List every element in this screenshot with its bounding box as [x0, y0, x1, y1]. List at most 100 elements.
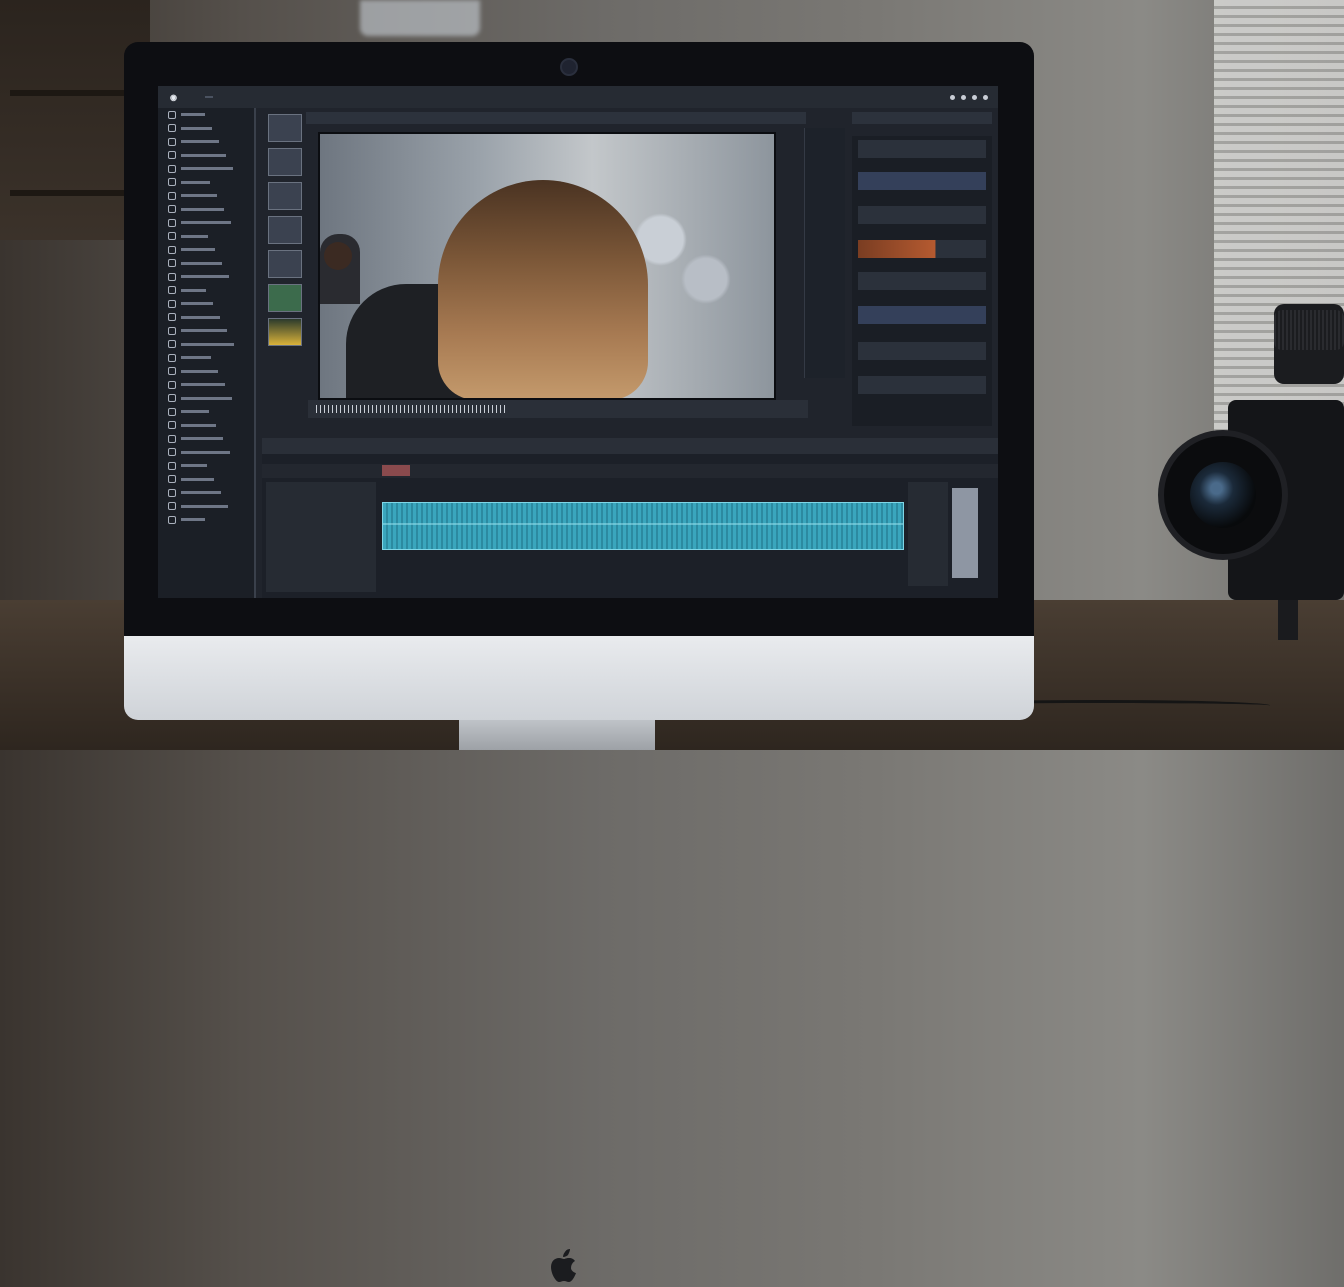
item-label	[181, 410, 209, 414]
media-browser-item[interactable]	[158, 149, 254, 163]
viewer-toolbar	[306, 112, 806, 124]
item-label	[181, 140, 219, 144]
media-browser-item[interactable]	[158, 459, 254, 473]
video-preview[interactable]	[318, 132, 776, 400]
inspector-row[interactable]	[858, 272, 986, 290]
monitor-bezel: ◉	[124, 42, 1034, 636]
media-browser-item[interactable]	[158, 338, 254, 352]
item-icon	[168, 110, 176, 119]
media-browser-item[interactable]	[158, 311, 254, 325]
timeline-panel	[262, 438, 998, 598]
inspector-toolbar	[852, 112, 992, 124]
app-logo[interactable]: ◉	[170, 93, 177, 102]
media-browser-item[interactable]	[158, 162, 254, 176]
screen: ◉	[158, 86, 998, 598]
media-browser-item[interactable]	[158, 446, 254, 460]
item-label	[181, 302, 213, 306]
media-browser-item[interactable]	[158, 230, 254, 244]
item-icon	[168, 205, 176, 214]
system-tray	[950, 94, 988, 100]
media-browser-item[interactable]	[158, 257, 254, 271]
thumbnail[interactable]	[268, 216, 302, 244]
media-browser-item[interactable]	[158, 392, 254, 406]
media-browser-item[interactable]	[158, 419, 254, 433]
item-icon	[168, 488, 176, 497]
media-browser-item[interactable]	[158, 135, 254, 149]
item-label	[181, 396, 232, 400]
tripod	[1278, 600, 1298, 640]
item-label	[181, 369, 218, 373]
item-label	[181, 423, 216, 427]
timeline-marker[interactable]	[382, 465, 410, 476]
media-browser-item[interactable]	[158, 108, 254, 122]
camera	[1158, 300, 1344, 640]
item-label	[181, 437, 223, 441]
item-icon	[168, 232, 176, 241]
item-icon	[168, 434, 176, 443]
menu-item-active[interactable]	[205, 96, 214, 98]
inspector-row[interactable]	[858, 206, 986, 224]
media-browser-item[interactable]	[158, 243, 254, 257]
inspector-row[interactable]	[858, 172, 986, 190]
media-browser-item[interactable]	[158, 270, 254, 284]
timeline-clip[interactable]	[382, 502, 904, 550]
item-label	[181, 234, 208, 238]
media-browser-item[interactable]	[158, 365, 254, 379]
media-browser-item[interactable]	[158, 189, 254, 203]
media-browser-item[interactable]	[158, 122, 254, 136]
media-browser-item[interactable]	[158, 284, 254, 298]
item-icon	[168, 353, 176, 362]
inspector-row[interactable]	[858, 376, 986, 394]
webcam	[560, 58, 578, 76]
imac-monitor: ◉	[124, 42, 1034, 1282]
inspector-row[interactable]	[858, 342, 986, 360]
item-icon	[168, 515, 176, 524]
wifi-icon[interactable]	[950, 94, 955, 100]
clock-icon[interactable]	[983, 94, 988, 100]
media-browser-item[interactable]	[158, 432, 254, 446]
inspector-row[interactable]	[858, 306, 986, 324]
media-browser-item[interactable]	[158, 500, 254, 514]
item-icon	[168, 367, 176, 376]
item-icon	[168, 218, 176, 227]
thumbnail[interactable]	[268, 114, 302, 142]
thumbnail[interactable]	[268, 284, 302, 312]
media-browser-item[interactable]	[158, 378, 254, 392]
media-browser-item[interactable]	[158, 405, 254, 419]
battery-icon[interactable]	[972, 94, 977, 100]
media-browser-item[interactable]	[158, 513, 254, 527]
thumbnail[interactable]	[268, 318, 302, 346]
item-label	[181, 180, 210, 184]
media-browser-item[interactable]	[158, 297, 254, 311]
item-label	[181, 221, 231, 225]
thumbnail[interactable]	[268, 148, 302, 176]
item-label	[181, 167, 233, 171]
item-icon	[168, 124, 176, 133]
thumbnail[interactable]	[268, 182, 302, 210]
item-icon	[168, 326, 176, 335]
item-icon	[168, 151, 176, 160]
media-browser-item[interactable]	[158, 486, 254, 500]
media-browser-item[interactable]	[158, 473, 254, 487]
inspector-row-color[interactable]	[858, 240, 986, 258]
thumbnail-strip	[266, 108, 302, 408]
bluetooth-icon[interactable]	[961, 94, 966, 100]
menu-bar: ◉	[158, 86, 998, 108]
media-browser-item[interactable]	[158, 324, 254, 338]
background-person-head	[324, 242, 352, 270]
item-label	[181, 288, 206, 292]
timeline-ruler[interactable]	[262, 464, 998, 478]
item-icon	[168, 448, 176, 457]
thumbnail[interactable]	[268, 250, 302, 278]
scrubber-ruler[interactable]	[316, 405, 506, 413]
inspector-row[interactable]	[858, 140, 986, 158]
media-browser-item[interactable]	[158, 351, 254, 365]
item-label	[181, 477, 214, 481]
media-browser-item[interactable]	[158, 203, 254, 217]
item-label	[181, 207, 224, 211]
volume-fader[interactable]	[952, 488, 978, 578]
item-label	[181, 315, 220, 319]
media-browser-item[interactable]	[158, 176, 254, 190]
media-browser-item[interactable]	[158, 216, 254, 230]
item-icon	[168, 191, 176, 200]
